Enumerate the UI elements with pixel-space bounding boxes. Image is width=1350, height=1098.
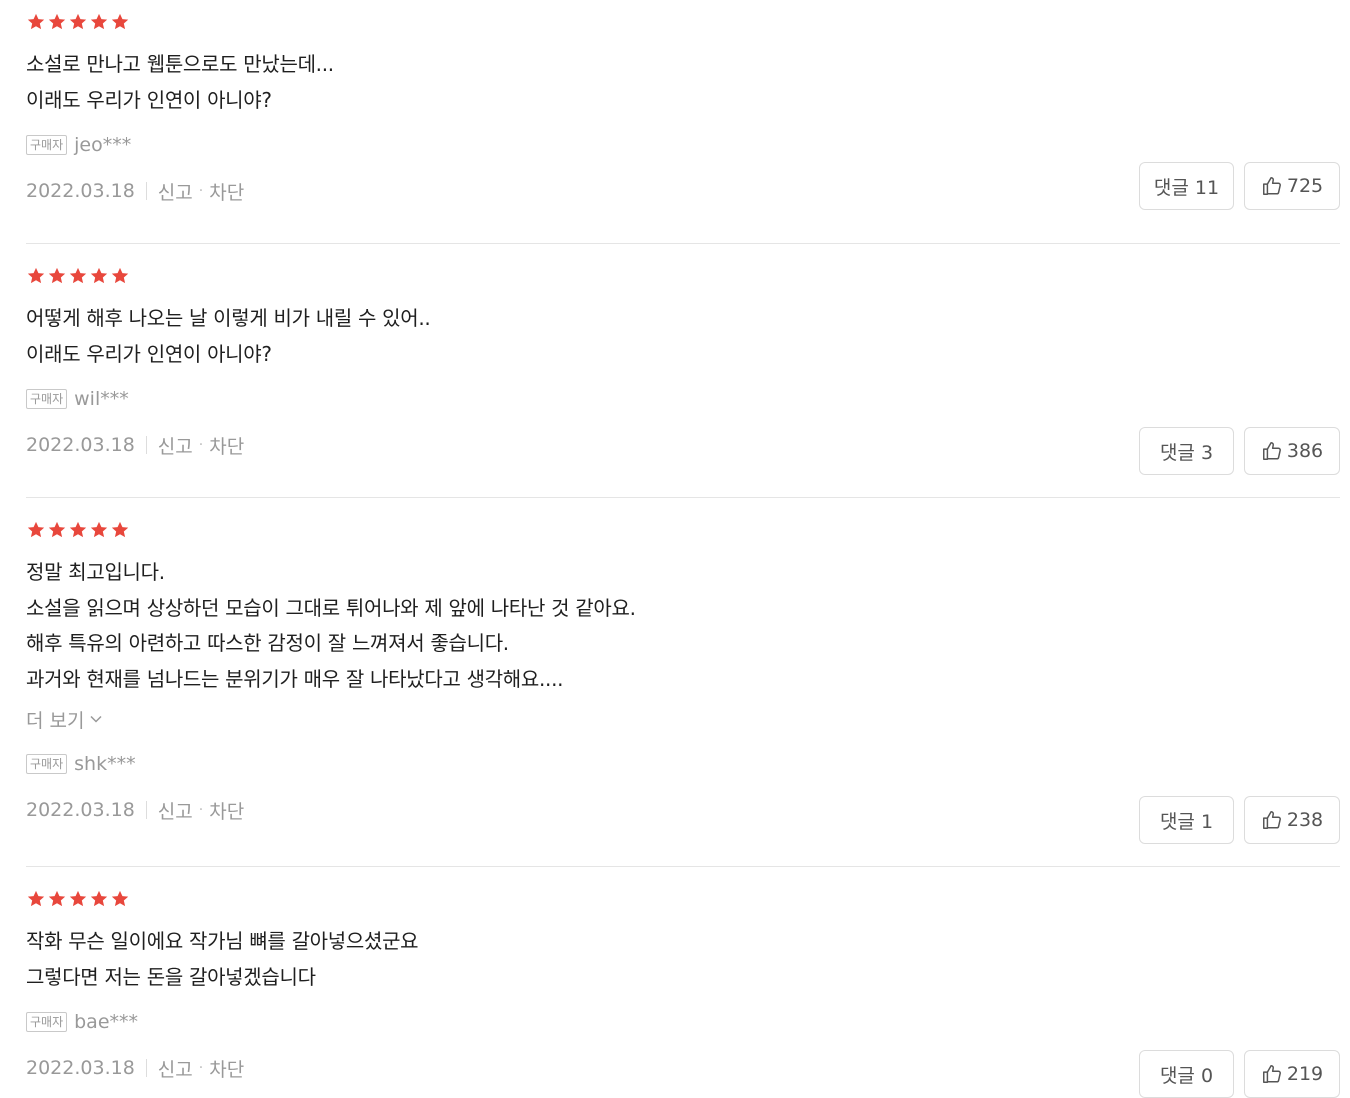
- star-icon: [89, 266, 109, 286]
- like-count: 238: [1286, 809, 1324, 831]
- review-line: 소설로 만나고 웹툰으로도 만났는데...: [26, 52, 334, 76]
- review-actions: 댓글 0 219: [1139, 1050, 1340, 1098]
- buyer-badge: 구매자: [26, 754, 68, 774]
- username: shk***: [74, 753, 136, 775]
- review-line: 그렇다면 저는 돈을 갈아넣겠습니다: [26, 964, 316, 989]
- review-line: 해후 특유의 아련하고 따스한 감정이 잘 느껴져서 좋습니다.: [26, 631, 509, 655]
- thumbs-up-icon: [1261, 175, 1283, 197]
- author-row: 구매자 shk***: [26, 751, 1340, 777]
- like-button[interactable]: 219: [1244, 1050, 1340, 1098]
- star-icon: [26, 520, 46, 540]
- review-text: 정말 최고입니다. 소설을 읽으며 상상하던 모습이 그대로 튀어나와 제 앞에…: [26, 555, 1340, 697]
- author-row: 구매자 bae***: [26, 1009, 1340, 1035]
- review-text: 어떻게 해후 나오는 날 이렇게 비가 내릴 수 있어.. 이래도 우리가 인연…: [26, 301, 1340, 372]
- author-row: 구매자 wil***: [26, 386, 1340, 412]
- username: wil***: [74, 388, 129, 410]
- star-icon: [110, 266, 130, 286]
- chevron-down-icon: [90, 715, 103, 723]
- divider: [145, 436, 147, 454]
- like-count: 219: [1286, 1063, 1324, 1085]
- star-rating: [26, 266, 1340, 288]
- block-link[interactable]: 차단: [209, 178, 244, 205]
- star-icon: [47, 12, 67, 32]
- review-text: 소설로 만나고 웹툰으로도 만났는데... 이래도 우리가 인연이 아니야?: [26, 47, 1340, 118]
- review-item: 정말 최고입니다. 소설을 읽으며 상상하던 모습이 그대로 튀어나와 제 앞에…: [26, 497, 1340, 844]
- star-rating: [26, 520, 1340, 542]
- dot-separator: ·: [198, 1060, 204, 1076]
- report-link[interactable]: 신고: [158, 178, 193, 205]
- dot-separator: ·: [198, 437, 204, 453]
- review-actions: 댓글 1 238: [1139, 796, 1340, 844]
- report-link[interactable]: 신고: [158, 432, 193, 459]
- show-more-link[interactable]: 더 보기: [26, 705, 1340, 733]
- report-link[interactable]: 신고: [158, 1055, 193, 1082]
- star-rating: [26, 12, 1340, 34]
- star-icon: [47, 266, 67, 286]
- star-icon: [47, 520, 67, 540]
- review-line: 작화 무슨 일이에요 작가님 뼈를 갈아넣으셨군요: [26, 929, 419, 953]
- thumbs-up-icon: [1261, 1063, 1283, 1085]
- comments-button[interactable]: 댓글 11: [1139, 162, 1234, 210]
- buyer-badge: 구매자: [26, 389, 68, 409]
- review-item: 어떻게 해후 나오는 날 이렇게 비가 내릴 수 있어.. 이래도 우리가 인연…: [26, 243, 1340, 475]
- divider: [145, 801, 147, 819]
- block-link[interactable]: 차단: [209, 1055, 244, 1082]
- divider: [145, 182, 147, 200]
- star-icon: [68, 520, 88, 540]
- star-icon: [26, 12, 46, 32]
- review-item: 소설로 만나고 웹툰으로도 만났는데... 이래도 우리가 인연이 아니야? 구…: [26, 0, 1340, 210]
- review-line: 과거와 현재를 넘나드는 분위기가 매우 잘 나타났다고 생각해요....: [26, 666, 564, 691]
- block-link[interactable]: 차단: [209, 797, 244, 824]
- review-item: 작화 무슨 일이에요 작가님 뼈를 갈아넣으셨군요 그렇다면 저는 돈을 갈아넣…: [26, 866, 1340, 1098]
- comments-button[interactable]: 댓글 0: [1139, 1050, 1234, 1098]
- star-icon: [68, 266, 88, 286]
- comments-button[interactable]: 댓글 3: [1139, 427, 1234, 475]
- dot-separator: ·: [198, 183, 204, 199]
- review-list: 소설로 만나고 웹툰으로도 만났는데... 이래도 우리가 인연이 아니야? 구…: [0, 0, 1350, 1098]
- thumbs-up-icon: [1261, 809, 1283, 831]
- report-link[interactable]: 신고: [158, 797, 193, 824]
- divider: [145, 1059, 147, 1077]
- review-actions: 댓글 3 386: [1139, 427, 1340, 475]
- review-line: 소설을 읽으며 상상하던 모습이 그대로 튀어나와 제 앞에 나타난 것 같아요…: [26, 595, 636, 620]
- show-more-label: 더 보기: [26, 709, 85, 732]
- review-line: 어떻게 해후 나오는 날 이렇게 비가 내릴 수 있어..: [26, 306, 431, 330]
- review-date: 2022.03.18: [26, 799, 135, 821]
- star-icon: [68, 12, 88, 32]
- star-icon: [89, 889, 109, 909]
- like-count: 386: [1286, 440, 1324, 462]
- star-icon: [110, 12, 130, 32]
- star-icon: [26, 889, 46, 909]
- star-icon: [110, 889, 130, 909]
- review-line: 정말 최고입니다.: [26, 560, 165, 584]
- block-link[interactable]: 차단: [209, 432, 244, 459]
- star-rating: [26, 889, 1340, 911]
- star-icon: [26, 266, 46, 286]
- star-icon: [89, 520, 109, 540]
- username: bae***: [74, 1011, 139, 1033]
- star-icon: [89, 12, 109, 32]
- review-date: 2022.03.18: [26, 1057, 135, 1079]
- like-button[interactable]: 725: [1244, 162, 1340, 210]
- review-line: 이래도 우리가 인연이 아니야?: [26, 87, 272, 112]
- star-icon: [47, 889, 67, 909]
- review-line: 이래도 우리가 인연이 아니야?: [26, 341, 272, 366]
- review-date: 2022.03.18: [26, 180, 135, 202]
- star-icon: [110, 520, 130, 540]
- review-date: 2022.03.18: [26, 434, 135, 456]
- like-button[interactable]: 238: [1244, 796, 1340, 844]
- star-icon: [68, 889, 88, 909]
- review-actions: 댓글 11 725: [1139, 162, 1340, 210]
- thumbs-up-icon: [1261, 440, 1283, 462]
- like-count: 725: [1286, 175, 1324, 197]
- username: jeo***: [74, 134, 132, 156]
- dot-separator: ·: [198, 802, 204, 818]
- author-row: 구매자 jeo***: [26, 132, 1340, 158]
- buyer-badge: 구매자: [26, 1012, 68, 1032]
- comments-button[interactable]: 댓글 1: [1139, 796, 1234, 844]
- buyer-badge: 구매자: [26, 135, 68, 155]
- like-button[interactable]: 386: [1244, 427, 1340, 475]
- review-text: 작화 무슨 일이에요 작가님 뼈를 갈아넣으셨군요 그렇다면 저는 돈을 갈아넣…: [26, 924, 1340, 995]
